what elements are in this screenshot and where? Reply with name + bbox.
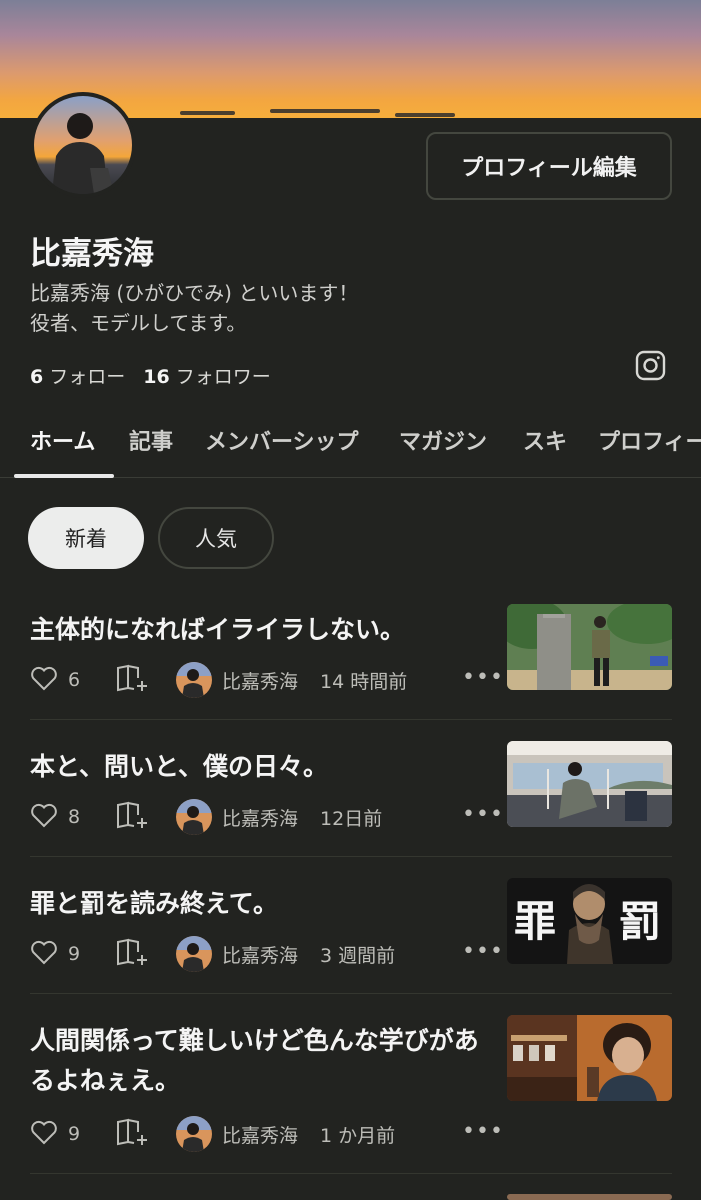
heart-icon[interactable]	[30, 802, 58, 833]
article-meta: 6 比嘉秀海 14 時間前	[30, 660, 407, 700]
heart-icon[interactable]	[30, 665, 58, 696]
article-thumbnail[interactable]	[507, 1015, 672, 1101]
add-to-magazine-icon[interactable]	[116, 938, 148, 971]
author-avatar[interactable]	[176, 662, 212, 698]
tab-home[interactable]: ホーム	[30, 424, 95, 456]
following-label: フォロー	[49, 366, 126, 388]
bio-line-1: 比嘉秀海 (ひがひでみ) といいます！	[30, 281, 359, 305]
author-name[interactable]: 比嘉秀海	[222, 941, 298, 968]
like-count: 6	[68, 669, 81, 691]
article-thumbnail[interactable]: 罪 罰	[507, 878, 672, 964]
profile-name: 比嘉秀海	[30, 236, 154, 272]
tab-membership[interactable]: メンバーシップ	[205, 424, 359, 456]
tab-articles[interactable]: 記事	[129, 424, 173, 456]
divider	[30, 719, 672, 720]
article-time: 14 時間前	[320, 670, 408, 693]
divider	[30, 856, 672, 857]
follow-stats: 6 フォロー 16 フォロワー	[30, 362, 271, 389]
profile-avatar[interactable]	[30, 92, 136, 198]
followers-link[interactable]: 16 フォロワー	[143, 362, 271, 389]
tab-magazine[interactable]: マガジン	[399, 424, 487, 456]
tab-likes[interactable]: スキ	[523, 424, 567, 456]
tab-profile[interactable]: プロフィー	[598, 424, 701, 456]
more-options-icon[interactable]: •••	[462, 802, 504, 827]
more-options-icon[interactable]: •••	[462, 939, 504, 964]
article-time: 3 週間前	[320, 944, 396, 967]
active-tab-indicator	[14, 474, 114, 478]
author-avatar[interactable]	[176, 936, 212, 972]
article-title[interactable]: 罪と罰を読み終えて。	[30, 884, 500, 924]
more-options-icon[interactable]: •••	[462, 665, 504, 690]
article-thumbnail[interactable]	[507, 741, 672, 827]
edit-profile-button[interactable]: プロフィール編集	[426, 132, 672, 200]
following-count: 6	[30, 366, 44, 388]
thumb-kanji-left: 罪	[514, 897, 556, 946]
more-options-icon[interactable]: •••	[462, 1119, 504, 1144]
following-link[interactable]: 6 フォロー	[30, 362, 125, 389]
like-count: 9	[68, 943, 81, 965]
profile-bio: 比嘉秀海 (ひがひでみ) といいます！ 役者、モデルしてます。	[30, 278, 358, 338]
like-count: 8	[68, 806, 81, 828]
author-avatar[interactable]	[176, 799, 212, 835]
add-to-magazine-icon[interactable]	[116, 664, 148, 697]
like-count: 9	[68, 1123, 81, 1145]
author-name[interactable]: 比嘉秀海	[222, 804, 298, 831]
divider	[30, 1173, 672, 1174]
add-to-magazine-icon[interactable]	[116, 801, 148, 834]
followers-count: 16	[143, 366, 170, 388]
profile-tabs: ホーム 記事 メンバーシップ マガジン スキ プロフィー	[0, 412, 701, 478]
author-name[interactable]: 比嘉秀海	[222, 1121, 298, 1148]
article-title[interactable]: 本と、問いと、僕の日々。	[30, 747, 500, 787]
thumb-kanji-right: 罰	[619, 897, 661, 946]
instagram-icon[interactable]	[635, 350, 666, 381]
article-title[interactable]: 主体的になればイライラしない。	[30, 610, 500, 650]
article-title[interactable]: 人間関係って難しいけど色んな学びがあるよねぇえ。	[30, 1021, 500, 1101]
followers-label: フォロワー	[175, 366, 271, 388]
author-name[interactable]: 比嘉秀海	[222, 667, 298, 694]
article-time: 1 か月前	[320, 1124, 396, 1147]
heart-icon[interactable]	[30, 1119, 58, 1150]
article-meta: 8 比嘉秀海 12日前	[30, 797, 382, 837]
add-to-magazine-icon[interactable]	[116, 1118, 148, 1151]
article-time: 12日前	[320, 807, 383, 830]
article-meta: 9 比嘉秀海 3 週間前	[30, 934, 395, 974]
author-avatar[interactable]	[176, 1116, 212, 1152]
bio-line-2: 役者、モデルしてます。	[30, 311, 247, 335]
heart-icon[interactable]	[30, 939, 58, 970]
divider	[30, 993, 672, 994]
filter-new-chip[interactable]: 新着	[28, 507, 144, 569]
article-thumbnail[interactable]	[507, 604, 672, 690]
filter-popular-chip[interactable]: 人気	[158, 507, 274, 569]
article-thumbnail[interactable]	[507, 1194, 672, 1200]
article-meta: 9 比嘉秀海 1 か月前	[30, 1114, 395, 1154]
